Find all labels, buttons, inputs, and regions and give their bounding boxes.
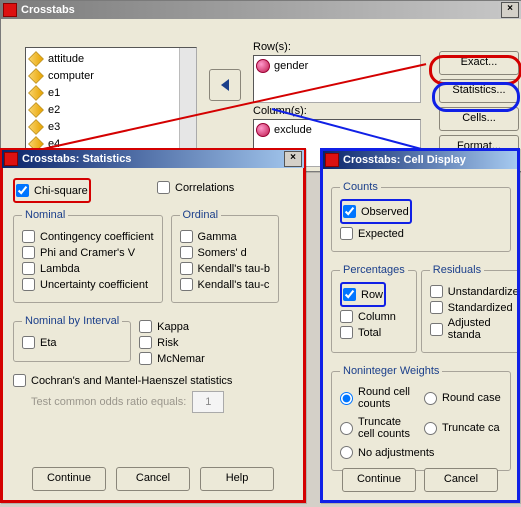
ktau-b-check[interactable]: Kendall's tau-b	[180, 262, 270, 275]
titlebar: Crosstabs: Cell Display	[323, 151, 517, 169]
scale-icon	[28, 51, 44, 67]
close-icon[interactable]: ×	[284, 151, 302, 167]
lambda-check[interactable]: Lambda	[22, 262, 154, 275]
cols-value: exclude	[274, 124, 312, 136]
residuals-group: Residuals Unstandardized Standardized Ad…	[421, 264, 520, 353]
scale-icon	[28, 68, 44, 84]
cancel-button[interactable]: Cancel	[424, 468, 498, 492]
trunc-case-radio[interactable]: Truncate ca	[424, 416, 502, 440]
cells-button[interactable]: Cells...	[439, 107, 519, 131]
row-pct-check[interactable]: Row	[343, 288, 383, 301]
somers-check[interactable]: Somers' d	[180, 246, 270, 259]
cancel-button[interactable]: Cancel	[116, 467, 190, 491]
chi-square-check[interactable]: Chi-square	[16, 184, 88, 197]
std-resid-check[interactable]: Standardized	[430, 301, 520, 314]
percentages-group: Percentages Row Column Total	[331, 264, 417, 353]
list-item[interactable]: computer	[28, 67, 194, 84]
gamma-check[interactable]: Gamma	[180, 230, 270, 243]
var-label: e3	[48, 121, 60, 133]
observed-check[interactable]: Observed	[343, 205, 409, 218]
unstd-resid-check[interactable]: Unstandardized	[430, 285, 520, 298]
titlebar: Crosstabs: Statistics ×	[2, 150, 304, 168]
group-legend: Percentages	[340, 264, 408, 276]
nominal-icon	[256, 123, 270, 137]
noninteger-group: Noninteger Weights Round cell counts Rou…	[331, 365, 511, 471]
scale-icon	[28, 119, 44, 135]
list-item[interactable]: attitude	[28, 50, 194, 67]
correlations-check[interactable]: Correlations	[157, 181, 293, 194]
app-icon	[325, 153, 339, 167]
continue-button[interactable]: Continue	[32, 467, 106, 491]
expected-check[interactable]: Expected	[340, 227, 502, 240]
group-legend: Residuals	[430, 264, 484, 276]
var-label: e2	[48, 104, 60, 116]
ktau-c-check[interactable]: Kendall's tau-c	[180, 278, 270, 291]
close-icon[interactable]: ×	[501, 2, 519, 18]
help-button[interactable]: Help	[200, 467, 274, 491]
trunc-cell-radio[interactable]: Truncate cell counts	[340, 416, 418, 440]
total-pct-check[interactable]: Total	[340, 326, 408, 339]
move-to-rows-button[interactable]	[209, 69, 241, 101]
odds-ratio-input[interactable]	[192, 391, 224, 413]
titlebar: Crosstabs ×	[1, 1, 521, 19]
list-item[interactable]: e1	[28, 84, 194, 101]
eta-check[interactable]: Eta	[22, 336, 122, 349]
ordinal-group: Ordinal Gamma Somers' d Kendall's tau-b …	[171, 209, 279, 303]
crosstabs-cell-display-dialog: Crosstabs: Cell Display Counts Observed …	[320, 148, 520, 503]
rows-label: Row(s):	[253, 41, 291, 53]
var-label: computer	[48, 70, 94, 82]
group-legend: Nominal by Interval	[22, 315, 122, 327]
no-adjust-radio[interactable]: No adjustments	[340, 446, 502, 459]
arrow-left-icon	[221, 79, 229, 91]
rows-value: gender	[274, 60, 308, 72]
uncertainty-check[interactable]: Uncertainty coefficient	[22, 278, 154, 291]
continue-button[interactable]: Continue	[342, 468, 416, 492]
group-legend: Noninteger Weights	[340, 365, 442, 377]
window-title: Crosstabs	[21, 4, 75, 16]
col-pct-check[interactable]: Column	[340, 310, 408, 323]
exact-button[interactable]: Exact...	[439, 51, 519, 75]
contingency-check[interactable]: Contingency coefficient	[22, 230, 154, 243]
dialog-title: Crosstabs: Statistics	[22, 153, 131, 165]
risk-check[interactable]: Risk	[139, 336, 293, 349]
crosstabs-statistics-dialog: Crosstabs: Statistics × Chi-square Corre…	[0, 148, 306, 503]
dialog-title: Crosstabs: Cell Display	[343, 154, 466, 166]
group-legend: Ordinal	[180, 209, 221, 221]
scale-icon	[28, 102, 44, 118]
round-cell-radio[interactable]: Round cell counts	[340, 386, 418, 410]
round-case-radio[interactable]: Round case	[424, 386, 502, 410]
nominal-group: Nominal Contingency coefficient Phi and …	[13, 209, 163, 303]
highlight-chisquare: Chi-square	[13, 178, 91, 203]
list-item[interactable]: e2	[28, 101, 194, 118]
odds-label: Test common odds ratio equals:	[31, 396, 186, 408]
nominal-by-interval-group: Nominal by Interval Eta	[13, 315, 131, 362]
group-legend: Counts	[340, 181, 381, 193]
group-legend: Nominal	[22, 209, 68, 221]
counts-group: Counts Observed Expected	[331, 181, 511, 252]
var-label: e1	[48, 87, 60, 99]
highlight-observed: Observed	[340, 199, 412, 224]
app-icon	[4, 152, 18, 166]
adj-resid-check[interactable]: Adjusted standa	[430, 317, 520, 341]
kappa-check[interactable]: Kappa	[139, 320, 293, 333]
phi-check[interactable]: Phi and Cramer's V	[22, 246, 154, 259]
nominal-icon	[256, 59, 270, 73]
cochran-check[interactable]: Cochran's and Mantel-Haenszel statistics	[13, 374, 293, 387]
crosstabs-main-window: Crosstabs × attitude computer e1 e2 e3 e…	[0, 0, 521, 172]
statistics-button[interactable]: Statistics...	[439, 79, 519, 103]
scale-icon	[28, 85, 44, 101]
var-label: attitude	[48, 53, 84, 65]
app-icon	[3, 3, 17, 17]
mcnemar-check[interactable]: McNemar	[139, 352, 293, 365]
highlight-row-pct: Row	[340, 282, 386, 307]
